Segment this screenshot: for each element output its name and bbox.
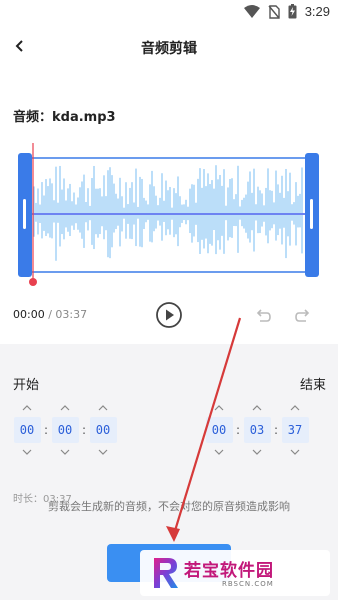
start-second-column: 00 — [89, 403, 117, 457]
time-separator: / — [44, 308, 56, 321]
playback-time: 00:00 / 03:37 — [13, 308, 87, 321]
redo-icon — [295, 309, 310, 322]
end-handle[interactable] — [305, 153, 319, 277]
start-time-picker: 00 : 00 : 00 — [13, 403, 117, 457]
status-bar: 3:29 — [0, 0, 338, 24]
time-colon: : — [235, 423, 241, 437]
chevron-up-icon[interactable] — [251, 403, 263, 413]
watermark-text: 若宝软件园 — [184, 561, 274, 581]
end-minute-value[interactable]: 03 — [243, 417, 271, 443]
end-minute-column: 03 — [243, 403, 271, 457]
chevron-up-icon[interactable] — [213, 403, 225, 413]
start-second-value[interactable]: 00 — [89, 417, 117, 443]
chevron-down-icon[interactable] — [289, 447, 301, 457]
chevron-down-icon[interactable] — [59, 447, 71, 457]
chevron-down-icon[interactable] — [97, 447, 109, 457]
watermark-subtext: RBSCN.COM — [222, 580, 274, 588]
page-title: 音频剪辑 — [141, 41, 197, 57]
watermark-logo-icon — [154, 558, 178, 588]
chevron-down-icon[interactable] — [213, 447, 225, 457]
end-label: 结束 — [300, 378, 327, 393]
redo-button[interactable] — [294, 307, 312, 325]
play-circle-icon — [156, 302, 182, 328]
undo-button[interactable] — [254, 307, 272, 325]
playhead[interactable] — [28, 143, 38, 289]
end-hour-value[interactable]: 00 — [205, 417, 233, 443]
current-time: 00:00 — [13, 308, 45, 321]
end-second-value[interactable]: 37 — [281, 417, 309, 443]
end-hour-column: 00 — [205, 403, 233, 457]
start-hour-column: 00 — [13, 403, 41, 457]
total-time: 03:37 — [55, 308, 88, 321]
end-second-column: 37 — [281, 403, 309, 457]
time-colon: : — [273, 423, 279, 437]
header: 音频剪辑 — [0, 30, 338, 64]
waveform-canvas — [18, 153, 319, 277]
trim-notice: 剪裁会生成新的音频，不会对您的原音频造成影响 — [48, 500, 290, 513]
chevron-down-icon[interactable] — [251, 447, 263, 457]
time-colon: : — [43, 423, 49, 437]
start-minute-column: 00 — [51, 403, 79, 457]
watermark: 若宝软件园 RBSCN.COM — [140, 550, 330, 596]
chevron-up-icon[interactable] — [21, 403, 33, 413]
waveform-bars — [33, 165, 303, 261]
undo-icon — [256, 309, 271, 322]
chevron-up-icon[interactable] — [59, 403, 71, 413]
play-button[interactable] — [155, 301, 183, 329]
status-time: 3:29 — [304, 4, 330, 19]
time-colon: : — [81, 423, 87, 437]
end-time-picker: 00 : 03 : 37 — [205, 403, 309, 457]
chevron-down-icon[interactable] — [21, 447, 33, 457]
battery-charging-icon — [288, 4, 297, 19]
start-hour-value[interactable]: 00 — [13, 417, 41, 443]
start-minute-value[interactable]: 00 — [51, 417, 79, 443]
start-label: 开始 — [13, 378, 40, 393]
file-name-label: 音频：kda.mp3 — [13, 110, 116, 125]
waveform-editor[interactable] — [18, 153, 319, 277]
no-sim-icon — [268, 4, 280, 19]
wifi-icon — [243, 4, 260, 18]
chevron-up-icon[interactable] — [289, 403, 301, 413]
chevron-up-icon[interactable] — [97, 403, 109, 413]
